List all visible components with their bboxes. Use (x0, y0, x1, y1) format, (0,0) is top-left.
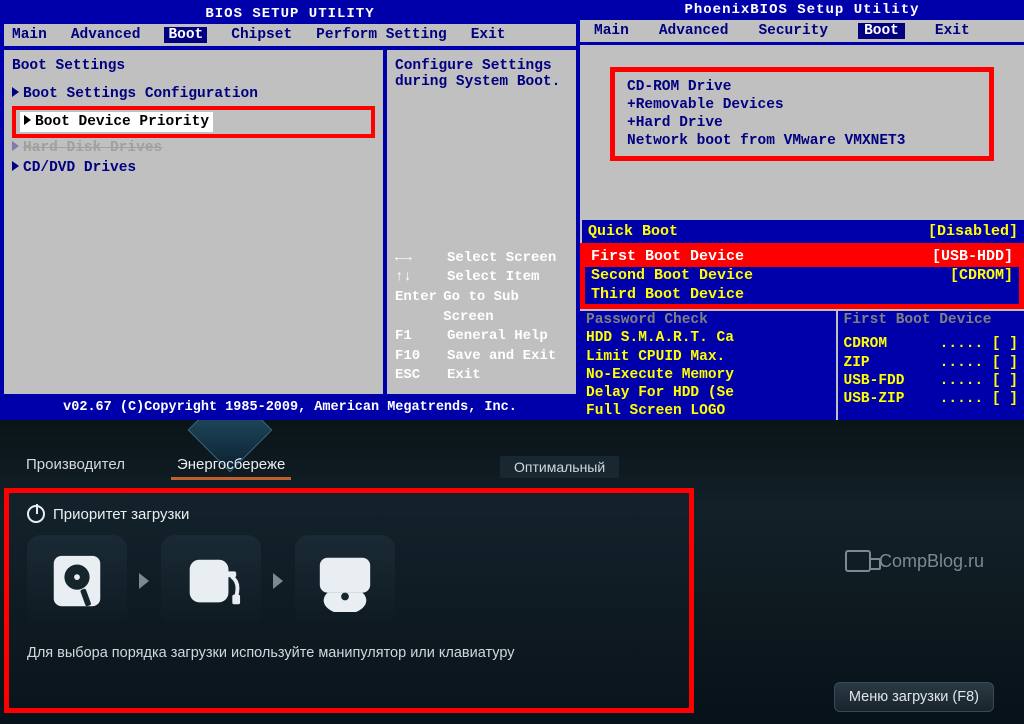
boot-priority-tiles (27, 535, 671, 627)
uefi-tab-optimal[interactable]: Оптимальный (500, 456, 619, 478)
uefi-tab-performance[interactable]: Производител (20, 452, 131, 480)
option-row[interactable]: CDROM..... [ ] (838, 335, 1024, 353)
phoenix-menu-bar: Main Advanced Security Boot Exit (580, 20, 1024, 45)
option-row[interactable]: USB-FDD..... [ ] (838, 372, 1024, 390)
boot-priority-heading: Приоритет загрузки (27, 505, 671, 523)
phoenix-title: PhoenixBIOS Setup Utility (580, 0, 1024, 20)
cd-drive-icon (314, 550, 376, 612)
first-boot-device-row[interactable]: First Boot Device [USB-HDD] (585, 248, 1019, 267)
ami-left-pane: Boot Settings Boot Settings Configuratio… (4, 50, 387, 394)
uefi-tab-bar: Производител Энергосбереже (20, 452, 291, 480)
phoenix-boot-item[interactable]: +Hard Drive (627, 114, 977, 132)
award-lower-panel: Password Check HDD S.M.A.R.T. Ca Limit C… (580, 309, 1024, 420)
phoenix-menu-main[interactable]: Main (594, 23, 629, 39)
ami-menu-perform[interactable]: Perform Setting (316, 27, 447, 43)
setting-line[interactable]: Limit CPUID Max. (580, 348, 836, 366)
chevron-right-icon (139, 573, 149, 589)
second-boot-device-row[interactable]: Second Boot Device [CDROM] (585, 267, 1019, 286)
uefi-tab-powersave[interactable]: Энергосбереже (171, 452, 291, 480)
ami-menu-chipset[interactable]: Chipset (231, 27, 292, 43)
triangle-icon (12, 141, 19, 151)
setting-line[interactable]: Password Check (580, 311, 836, 329)
highlight-red-box: First Boot Device [USB-HDD] Second Boot … (580, 243, 1024, 309)
ami-footer: v02.67 (C)Copyright 1985-2009, American … (4, 394, 576, 417)
ami-section-heading: Boot Settings (12, 58, 375, 74)
setting-line[interactable]: Full Screen LOGO (580, 402, 836, 420)
phoenix-menu-security[interactable]: Security (758, 23, 828, 39)
highlight-red-box: Boot Device Priority (12, 106, 375, 138)
triangle-icon (12, 87, 19, 97)
uefi-window: Производител Энергосбереже Оптимальный П… (0, 420, 1024, 724)
setting-line[interactable]: Delay For HDD (Se (580, 384, 836, 402)
boot-tile-cd[interactable] (295, 535, 395, 627)
ami-body: Boot Settings Boot Settings Configuratio… (4, 50, 576, 394)
options-header: First Boot Device (838, 311, 1024, 329)
ami-bios-window: BIOS SETUP UTILITY Main Advanced Boot Ch… (0, 0, 580, 420)
phoenix-bios-window: PhoenixBIOS Setup Utility Main Advanced … (580, 0, 1024, 220)
quick-boot-row[interactable]: Quick Boot [Disabled] (580, 220, 1024, 243)
phoenix-boot-item[interactable]: +Removable Devices (627, 96, 977, 114)
ami-menu-advanced[interactable]: Advanced (71, 27, 141, 43)
boot-menu-button[interactable]: Меню загрузки (F8) (834, 682, 994, 712)
highlight-red-box: CD-ROM Drive +Removable Devices +Hard Dr… (610, 67, 994, 161)
triangle-icon (24, 115, 31, 125)
ami-item-hdd[interactable]: Hard Disk Drives (12, 138, 375, 158)
phoenix-menu-exit[interactable]: Exit (935, 23, 970, 39)
ami-item-boot-device-priority[interactable]: Boot Device Priority (20, 112, 213, 132)
award-bios-panel: Quick Boot [Disabled] First Boot Device … (580, 220, 1024, 420)
highlight-red-box: Приоритет загрузки Для выбора порядка за… (4, 488, 694, 713)
watermark-logo: CompBlog.ru (845, 550, 984, 572)
phoenix-boot-item[interactable]: CD-ROM Drive (627, 78, 977, 96)
boot-tile-hdd[interactable] (27, 535, 127, 627)
computer-icon (845, 550, 871, 572)
usb-drive-icon (180, 550, 242, 612)
boot-priority-hint: Для выбора порядка загрузки используйте … (27, 645, 671, 661)
award-options-col: First Boot Device CDROM..... [ ] ZIP....… (838, 309, 1024, 420)
phoenix-body: CD-ROM Drive +Removable Devices +Hard Dr… (580, 45, 1024, 183)
chevron-right-icon (273, 573, 283, 589)
ami-title: BIOS SETUP UTILITY (4, 4, 576, 24)
phoenix-boot-item[interactable]: Network boot from VMware VMXNET3 (627, 132, 977, 150)
setting-line[interactable]: HDD S.M.A.R.T. Ca (580, 329, 836, 347)
ami-right-pane: Configure Settings during System Boot. ←… (387, 50, 576, 394)
power-icon (27, 505, 45, 523)
ami-menu-boot[interactable]: Boot (164, 27, 207, 43)
ami-menu-bar: Main Advanced Boot Chipset Perform Setti… (4, 24, 576, 50)
ami-menu-main[interactable]: Main (12, 27, 47, 43)
phoenix-menu-boot[interactable]: Boot (858, 23, 905, 39)
ami-item-cddvd[interactable]: CD/DVD Drives (12, 158, 375, 178)
ami-key-help: ←→Select Screen ↑↓Select Item EnterGo to… (395, 249, 568, 386)
third-boot-device-row[interactable]: Third Boot Device (585, 286, 1019, 305)
boot-tile-usb[interactable] (161, 535, 261, 627)
ami-help-text: Configure Settings during System Boot. (395, 58, 568, 90)
ami-menu-exit[interactable]: Exit (471, 27, 506, 43)
option-row[interactable]: USB-ZIP..... [ ] (838, 390, 1024, 408)
ami-item-boot-settings-cfg[interactable]: Boot Settings Configuration (12, 84, 375, 104)
option-row[interactable]: ZIP..... [ ] (838, 354, 1024, 372)
award-settings-col: Password Check HDD S.M.A.R.T. Ca Limit C… (580, 309, 838, 420)
hdd-icon (46, 550, 108, 612)
triangle-icon (12, 161, 19, 171)
phoenix-menu-advanced[interactable]: Advanced (659, 23, 729, 39)
setting-line[interactable]: No-Execute Memory (580, 366, 836, 384)
